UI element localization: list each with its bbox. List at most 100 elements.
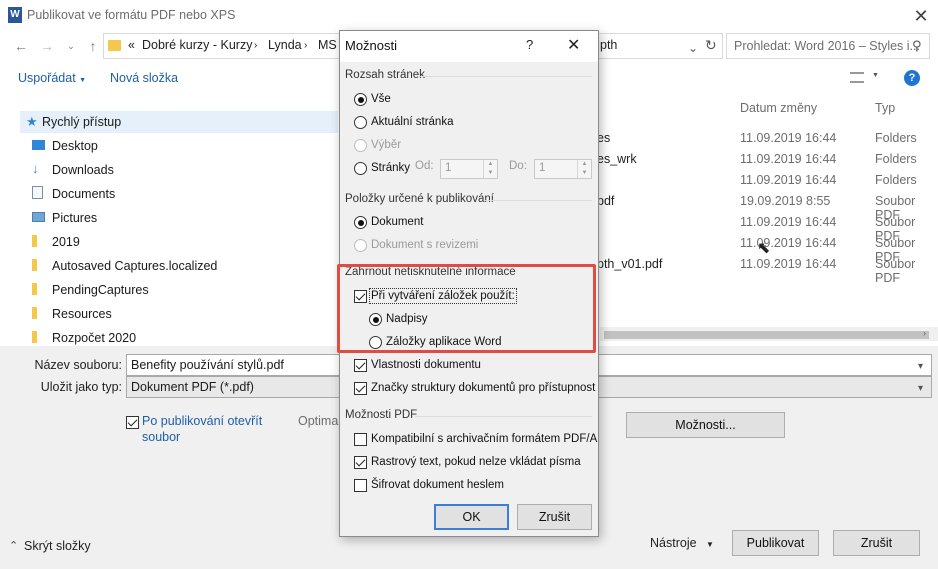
nav-item-quick-access[interactable]: ★ Rychlý přístup — [20, 111, 338, 133]
nav-label: Resources — [52, 307, 112, 321]
back-arrow-icon[interactable]: ← — [12, 37, 30, 55]
file-date: 11.09.2019 16:44 — [740, 152, 837, 166]
cancel-button[interactable]: Zrušit — [833, 530, 920, 556]
nav-label: Autosaved Captures.localized — [52, 259, 218, 273]
savetype-value: Dokument PDF (*.pdf) — [131, 380, 254, 394]
scroll-right-icon[interactable]: › — [923, 328, 926, 338]
document-markup-label: Dokument s revizemi — [371, 239, 479, 251]
structure-tags-label[interactable]: Značky struktury dokumentů pro přístupno… — [371, 382, 595, 394]
pages-label[interactable]: Stránky — [371, 162, 410, 174]
open-after-publish-label-2[interactable]: soubor — [142, 430, 180, 444]
file-type: Soubor PDF — [875, 257, 916, 285]
document-markup-radio[interactable] — [354, 239, 367, 252]
folder-icon — [32, 331, 37, 343]
dialog-close-icon[interactable]: ✕ — [567, 35, 580, 55]
spinner-up-icon[interactable]: ▲ — [577, 160, 591, 169]
from-spinner[interactable]: 1 ▲ ▼ — [440, 159, 498, 179]
spinner-down-icon[interactable]: ▼ — [577, 169, 591, 178]
breadcrumb-item[interactable]: MS — [318, 38, 337, 52]
dialog-help-icon[interactable]: ? — [526, 37, 533, 52]
file-name[interactable]: es_wrk — [597, 152, 637, 166]
publish-button[interactable]: Publikovat — [732, 530, 819, 556]
nav-label: Rozpočet 2020 — [52, 331, 137, 345]
doc-properties-checkbox[interactable] — [354, 359, 367, 372]
publish-what-heading: Položky určené k publikování — [345, 193, 494, 205]
file-name[interactable]: pth_v01.pdf — [597, 257, 662, 271]
dialog-cancel-button[interactable]: Zrušit — [517, 504, 592, 530]
spinner-up-icon[interactable]: ▲ — [483, 160, 497, 169]
current-page-radio[interactable] — [354, 116, 367, 129]
bitmap-text-label[interactable]: Rastrový text, pokud nelze vkládat písma — [371, 456, 581, 468]
nav-label: Downloads — [52, 163, 114, 177]
chevron-down-icon[interactable]: ▾ — [918, 361, 923, 372]
breadcrumb-overflow[interactable]: « — [128, 38, 135, 52]
open-after-publish-checkbox[interactable] — [126, 416, 139, 429]
structure-tags-checkbox[interactable] — [354, 382, 367, 395]
encrypt-checkbox[interactable] — [354, 479, 367, 492]
pdfa-checkbox[interactable] — [354, 433, 367, 446]
nav-item-folder[interactable]: 2019 — [20, 231, 338, 253]
close-window-icon[interactable]: ✕ — [910, 5, 932, 27]
up-arrow-icon[interactable]: ↑ — [84, 37, 102, 55]
nav-item-folder[interactable]: Resources — [20, 303, 338, 325]
desktop-icon — [32, 140, 45, 150]
dialog-ok-button[interactable]: OK — [434, 504, 509, 530]
open-after-publish-label[interactable]: Po publikování otevřít — [142, 414, 262, 428]
divider — [420, 76, 592, 77]
organize-button[interactable]: Uspořádat ▼ — [18, 71, 86, 85]
new-folder-button[interactable]: Nová složka — [110, 71, 178, 85]
search-icon[interactable]: ⚲ — [912, 38, 922, 54]
organize-label: Uspořádat — [18, 71, 76, 85]
document-radio[interactable] — [354, 216, 367, 229]
caret-down-icon[interactable]: ▼ — [872, 72, 879, 79]
nav-item-folder[interactable]: Rozpočet 2020 — [20, 327, 338, 345]
recent-chevron-icon[interactable]: ⌄ — [62, 37, 80, 55]
nav-label: 2019 — [52, 235, 80, 249]
filename-value: Benefity používání stylů.pdf — [131, 358, 284, 372]
tools-button[interactable]: Nástroje ▼ — [650, 536, 714, 550]
file-type: Folders — [875, 131, 917, 145]
scrollbar-thumb[interactable] — [604, 331, 929, 339]
breadcrumb-item[interactable]: Lynda — [268, 38, 302, 52]
breadcrumb-item[interactable]: Dobré kurzy - Kurzy — [142, 38, 252, 52]
bitmap-text-checkbox[interactable] — [354, 456, 367, 469]
file-date: 11.09.2019 16:44 — [740, 236, 837, 250]
nav-item-folder[interactable]: Autosaved Captures.localized — [20, 255, 338, 277]
chevron-up-icon[interactable]: ⌃ — [9, 539, 18, 552]
savetype-label: Uložit jako typ: — [40, 380, 122, 394]
doc-properties-label[interactable]: Vlastnosti dokumentu — [371, 359, 481, 371]
folder-icon — [32, 235, 37, 247]
file-date: 11.09.2019 16:44 — [740, 257, 837, 271]
view-options-icon[interactable] — [850, 72, 864, 83]
refresh-icon[interactable]: ↻ — [705, 37, 717, 54]
pdfa-label[interactable]: Kompatibilní s archivačním formátem PDF/… — [371, 433, 597, 445]
column-header-date[interactable]: Datum změny — [740, 101, 817, 115]
nav-item-downloads[interactable]: ↓ Downloads — [20, 159, 338, 181]
current-page-label[interactable]: Aktuální stránka — [371, 116, 453, 128]
all-pages-radio[interactable] — [354, 93, 367, 106]
nav-item-folder[interactable]: PendingCaptures — [20, 279, 338, 301]
file-name[interactable]: pdf — [597, 194, 614, 208]
nav-item-pictures[interactable]: Pictures — [20, 207, 338, 229]
pages-radio[interactable] — [354, 162, 367, 175]
spinner-down-icon[interactable]: ▼ — [483, 169, 497, 178]
pdf-options-heading: Možnosti PDF — [345, 409, 418, 421]
search-input[interactable]: Prohledat: Word 2016 – Styles i... — [734, 39, 920, 53]
breadcrumb-item[interactable]: pth — [600, 38, 617, 52]
forward-arrow-icon[interactable]: → — [38, 37, 56, 55]
all-pages-label[interactable]: Vše — [371, 93, 391, 105]
nav-item-desktop[interactable]: Desktop — [20, 135, 338, 157]
options-button[interactable]: Možnosti... — [626, 412, 785, 438]
selection-radio[interactable] — [354, 139, 367, 152]
nav-item-documents[interactable]: Documents — [20, 183, 338, 205]
to-spinner[interactable]: 1 ▲ ▼ — [534, 159, 592, 179]
address-dropdown-icon[interactable]: ⌄ — [688, 41, 698, 55]
encrypt-label[interactable]: Šifrovat dokument heslem — [371, 479, 504, 491]
selection-label: Výběr — [371, 139, 402, 151]
column-header-type[interactable]: Typ — [875, 101, 895, 115]
hide-folders-button[interactable]: Skrýt složky — [24, 539, 91, 553]
divider — [484, 200, 592, 201]
help-icon[interactable]: ? — [904, 70, 920, 86]
chevron-down-icon[interactable]: ▾ — [918, 383, 923, 394]
document-label[interactable]: Dokument — [371, 216, 423, 228]
